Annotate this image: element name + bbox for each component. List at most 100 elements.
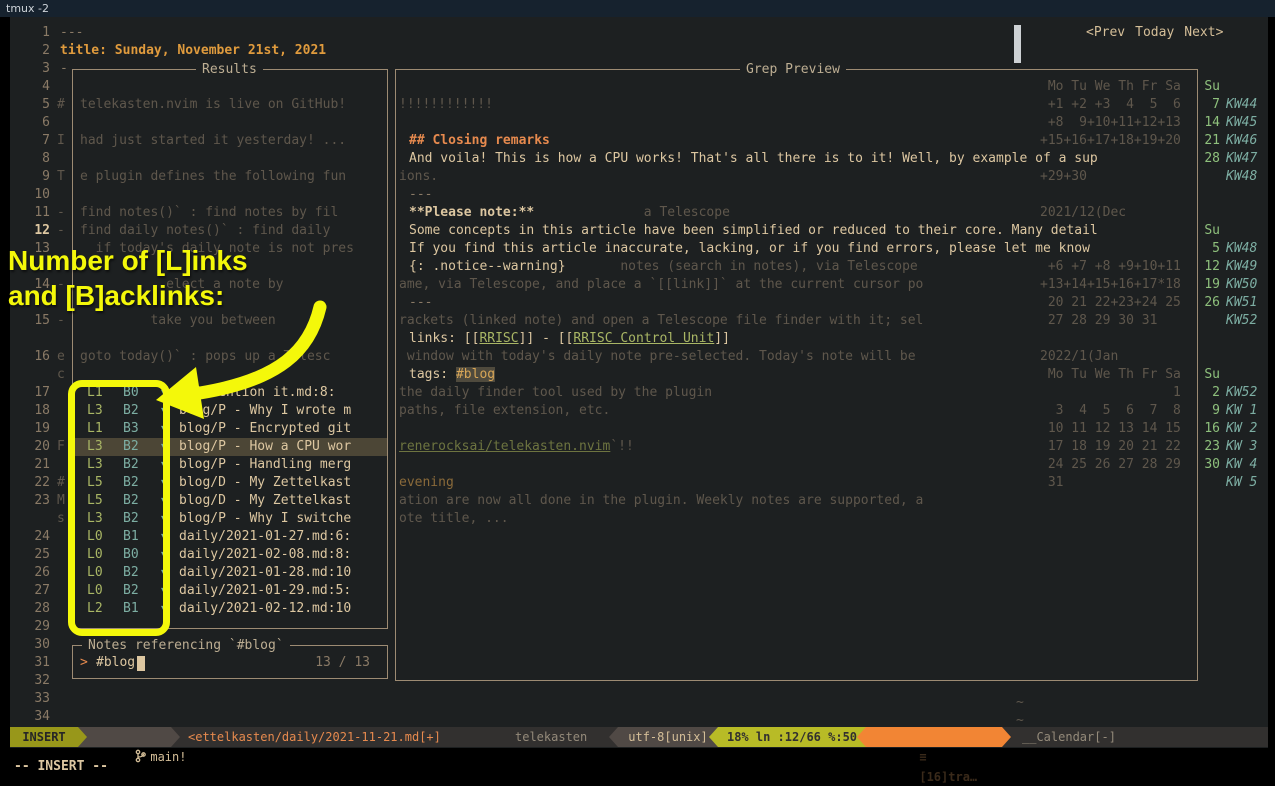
line-number: 10: [10, 186, 50, 204]
calendar-day-sunday[interactable]: 12: [1196, 258, 1220, 276]
preview-text: And voila! This is how a CPU works! That…: [409, 151, 1098, 166]
calendar-day-sunday[interactable]: 30: [1196, 456, 1220, 474]
mode-indicator: INSERT: [10, 727, 78, 747]
result-title: daily/2021-01-27.md:6:: [179, 528, 351, 546]
line-number: 2: [10, 42, 50, 60]
search-input[interactable]: #blog: [96, 654, 135, 672]
calendar-week-number: KW46: [1226, 132, 1257, 150]
line-number: 8: [10, 150, 50, 168]
powerline-separator: [171, 727, 180, 747]
results-bg-text: find daily notes()` : find daily: [80, 222, 330, 240]
line-number: 9: [10, 168, 50, 186]
note-link[interactable]: RRISC: [479, 331, 518, 346]
calendar-week-days: +15+16+17+18+19+20: [1040, 132, 1181, 150]
command-line-mode-text: -- INSERT --: [14, 758, 108, 776]
calendar-sunday-header: Su: [1196, 78, 1220, 96]
calendar-next-button[interactable]: Next>: [1184, 24, 1223, 42]
line-number: 29: [10, 618, 50, 636]
statusline: INSERT main! <ettelkasten/daily/2021-11-…: [10, 727, 1268, 747]
preview-text: {: .notice--warning}: [409, 259, 566, 274]
calendar-day-sunday[interactable]: 26: [1196, 294, 1220, 312]
result-title: daily/2021-01-28.md:10: [179, 564, 351, 582]
buffer-line-fragment: #: [57, 96, 65, 114]
preview-line: paths, file extension, etc.: [399, 402, 610, 420]
calendar-week-number: KW50: [1226, 276, 1257, 294]
powerline-separator: [857, 727, 866, 747]
line-number: 22: [10, 474, 50, 492]
calendar-day-sunday[interactable]: 28: [1196, 150, 1220, 168]
buffer-line-fragment: M: [57, 492, 65, 510]
prompt-window-title: Notes referencing `#blog`: [82, 637, 290, 655]
calendar-day-sunday[interactable]: 9: [1196, 402, 1220, 420]
preview-text: notes (search in notes), via Telescope: [566, 259, 918, 274]
result-title: blog/P - How a CPU wor: [179, 438, 351, 456]
preview-text: !!!!!!!!!!!!: [399, 97, 493, 112]
plugin-name: telekasten: [515, 727, 587, 747]
calendar-week-number: KW 5: [1226, 474, 1257, 492]
calendar-week-days: +1 +2 +3 4 5 6: [1040, 96, 1181, 114]
preview-text: paths, file extension, etc.: [399, 403, 610, 418]
calendar-today-button[interactable]: Today: [1135, 24, 1174, 42]
preview-text: evening: [399, 475, 454, 490]
calendar-nav: <Prev Today Next>: [1086, 24, 1223, 42]
calendar-month-title: 2021/12(Dec: [1040, 204, 1126, 222]
preview-text: ---: [409, 187, 432, 202]
calendar-weekday-header: Mo Tu We Th Fr Sa: [1040, 78, 1181, 96]
preview-text: links: [[: [409, 331, 479, 346]
preview-line: ---: [409, 294, 432, 312]
calendar-day-sunday[interactable]: 23: [1196, 438, 1220, 456]
calendar-prev-button[interactable]: <Prev: [1086, 24, 1125, 42]
line-number: 31: [10, 654, 50, 672]
calendar-day-sunday[interactable]: 21: [1196, 132, 1220, 150]
preview-text: ions.: [399, 169, 438, 184]
preview-line: ---: [409, 186, 432, 204]
preview-line: tags: #blog: [409, 366, 495, 384]
buffer-line: -: [60, 60, 68, 78]
calendar-day-sunday[interactable]: 14: [1196, 114, 1220, 132]
line-number: 30: [10, 636, 50, 654]
calendar-day-sunday[interactable]: 5: [1196, 240, 1220, 258]
preview-text: ]] - [[: [519, 331, 574, 346]
line-number: 7: [10, 132, 50, 150]
buffer-line-fragment: c: [57, 366, 65, 384]
preview-text: ame, via Telescope, and place a `[[link]…: [399, 277, 923, 292]
calendar-week-number: KW45: [1226, 114, 1257, 132]
calendar-week-days: 3 4 5 6 7 8: [1040, 402, 1181, 420]
calendar-day-sunday[interactable]: 16: [1196, 420, 1220, 438]
calendar-week-days: 27 28 29 30 31: [1040, 312, 1157, 330]
calendar-week-number: KW 2: [1226, 420, 1257, 438]
powerline-separator: [1002, 727, 1011, 747]
result-title: blog/D - My Zettelkast: [179, 492, 351, 510]
note-link[interactable]: RRISC Control Unit: [573, 331, 714, 346]
calendar-week-days: 1: [1040, 384, 1181, 402]
empty-line-tilde: ~: [1016, 694, 1024, 712]
line-number: 34: [10, 708, 50, 726]
calendar-month-title: 2022/1(Jan: [1040, 348, 1118, 366]
tag-badge: #blog: [456, 367, 495, 382]
line-number: 28: [10, 600, 50, 618]
calendar-day-sunday[interactable]: 2: [1196, 384, 1220, 402]
results-bg-text: had just started it yesterday! ...: [80, 132, 346, 150]
calendar-weekday-header: Mo Tu We Th Fr Sa: [1040, 366, 1181, 384]
preview-line: And voila! This is how a CPU works! That…: [409, 150, 1098, 168]
git-branch-name: main!: [150, 750, 186, 764]
preview-line: ions.: [399, 168, 438, 186]
preview-line: Some concepts in this article have been …: [409, 222, 1098, 240]
calendar-day-sunday[interactable]: 7: [1196, 96, 1220, 114]
buffer-line-fragment: T: [57, 168, 65, 186]
preview-text: rackets (linked note) and open a Telesco…: [399, 313, 923, 328]
result-title: daily/2021-01-29.md:5:: [179, 582, 351, 600]
window-separator: [1014, 25, 1021, 63]
calendar-day-sunday[interactable]: 19: [1196, 276, 1220, 294]
line-number: 20: [10, 438, 50, 456]
preview-line: window with today's daily note pre-selec…: [399, 348, 916, 366]
result-title: daily/2021-02-12.md:10: [179, 600, 351, 618]
calendar-week-days: +6 +7 +8 +9+10+11: [1040, 258, 1181, 276]
buffer-line-fragment: e: [57, 348, 65, 366]
preview-text: the daily finder tool used by the plugin: [399, 385, 712, 400]
preview-line: ## Closing remarks: [409, 132, 550, 150]
preview-line: {: .notice--warning} notes (search in no…: [409, 258, 918, 276]
preview-text: ation are now all done in the plugin. We…: [399, 493, 923, 508]
calendar-week-days: 24 25 26 27 28 29: [1040, 456, 1181, 474]
calendar-sunday-header: Su: [1196, 222, 1220, 240]
